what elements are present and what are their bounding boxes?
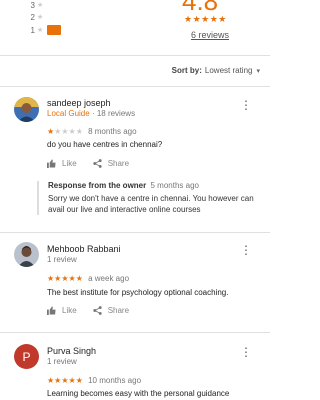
review-text: The best institute for psychology option… bbox=[47, 288, 229, 297]
review-rating: ★★★★★ a week ago bbox=[47, 274, 129, 283]
histogram-bar bbox=[47, 25, 61, 35]
share-button[interactable]: Share bbox=[93, 306, 129, 315]
divider bbox=[0, 232, 270, 233]
reviewer-name[interactable]: sandeep joseph bbox=[47, 98, 111, 108]
review-actions: Like Share bbox=[47, 159, 145, 168]
review-count: · 18 reviews bbox=[91, 109, 136, 118]
review-count: 1 review bbox=[47, 255, 77, 264]
thumbs-up-icon bbox=[47, 159, 56, 168]
like-label: Like bbox=[62, 159, 77, 168]
histogram-row-1: 1 ★ bbox=[27, 25, 61, 35]
avatar[interactable] bbox=[14, 242, 39, 267]
avatar[interactable]: P bbox=[14, 344, 39, 369]
review-rating: ★★★★★ 10 months ago bbox=[47, 376, 141, 385]
review-actions: Like Share bbox=[47, 306, 145, 315]
star-icon: ★ bbox=[37, 14, 44, 21]
review-time: 10 months ago bbox=[88, 376, 142, 385]
histogram-row-2: 2 ★ bbox=[27, 12, 44, 22]
sort-label: Sort by: bbox=[171, 66, 202, 75]
caret-down-icon: ▾ bbox=[256, 67, 260, 75]
sort-value: Lowest rating bbox=[204, 66, 253, 75]
like-label: Like bbox=[62, 306, 77, 315]
review-count: 1 review bbox=[47, 357, 77, 366]
local-guide-label: Local Guide bbox=[47, 109, 90, 118]
more-options-icon[interactable]: ⋮ bbox=[240, 244, 252, 256]
avatar[interactable] bbox=[14, 97, 39, 122]
average-stars: ★★★★★ bbox=[184, 14, 227, 24]
star-icon: ★ bbox=[37, 27, 44, 34]
owner-response-header: Response from the owner 5 months ago bbox=[48, 181, 259, 190]
owner-response-text: Sorry we don't have a centre in chennai.… bbox=[48, 194, 254, 214]
histogram-label: 2 bbox=[30, 12, 35, 22]
like-button[interactable]: Like bbox=[47, 306, 77, 315]
avatar-initial: P bbox=[22, 349, 31, 364]
reviewer-name[interactable]: Purva Singh bbox=[47, 346, 96, 356]
more-options-icon[interactable]: ⋮ bbox=[240, 346, 252, 358]
reviewer-name[interactable]: Mehboob Rabbani bbox=[47, 244, 121, 254]
review-time: 8 months ago bbox=[88, 127, 137, 136]
review-time: a week ago bbox=[88, 274, 130, 283]
review-text: do you have centres in chennai? bbox=[47, 140, 163, 149]
star-icon: ★ bbox=[37, 2, 44, 9]
owner-response-time: 5 months ago bbox=[150, 181, 199, 190]
stars-empty: ★★★★ bbox=[54, 127, 83, 136]
share-button[interactable]: Share bbox=[93, 159, 129, 168]
like-button[interactable]: Like bbox=[47, 159, 77, 168]
thumbs-up-icon bbox=[47, 306, 56, 315]
divider bbox=[0, 332, 270, 333]
review-rating: ★★★★★ 8 months ago bbox=[47, 127, 137, 136]
reviewer-meta: Local Guide · 18 reviews bbox=[47, 109, 135, 118]
divider bbox=[0, 55, 270, 56]
more-options-icon[interactable]: ⋮ bbox=[240, 99, 252, 111]
divider bbox=[0, 86, 270, 87]
sort-dropdown[interactable]: Sort by: Lowest rating ▾ bbox=[172, 66, 260, 75]
owner-response-label: Response from the owner bbox=[48, 181, 147, 190]
share-icon bbox=[93, 159, 102, 168]
stars-filled: ★★★★★ bbox=[47, 274, 83, 283]
reviews-count-link[interactable]: 6 reviews bbox=[191, 30, 229, 40]
rating-summary: 3 ★ 2 ★ 1 ★ 4.8 ★★★★★ 6 reviews bbox=[0, 0, 270, 50]
owner-response: Response from the owner 5 months ago Sor… bbox=[37, 181, 259, 215]
share-icon bbox=[93, 306, 102, 315]
share-label: Share bbox=[107, 159, 130, 168]
histogram-row-3: 3 ★ bbox=[27, 0, 44, 10]
histogram-label: 3 bbox=[30, 0, 35, 10]
review-text: Learning becomes easy with the personal … bbox=[47, 389, 230, 398]
histogram-label: 1 bbox=[30, 25, 35, 35]
share-label: Share bbox=[107, 306, 130, 315]
stars-filled: ★★★★★ bbox=[47, 376, 83, 385]
